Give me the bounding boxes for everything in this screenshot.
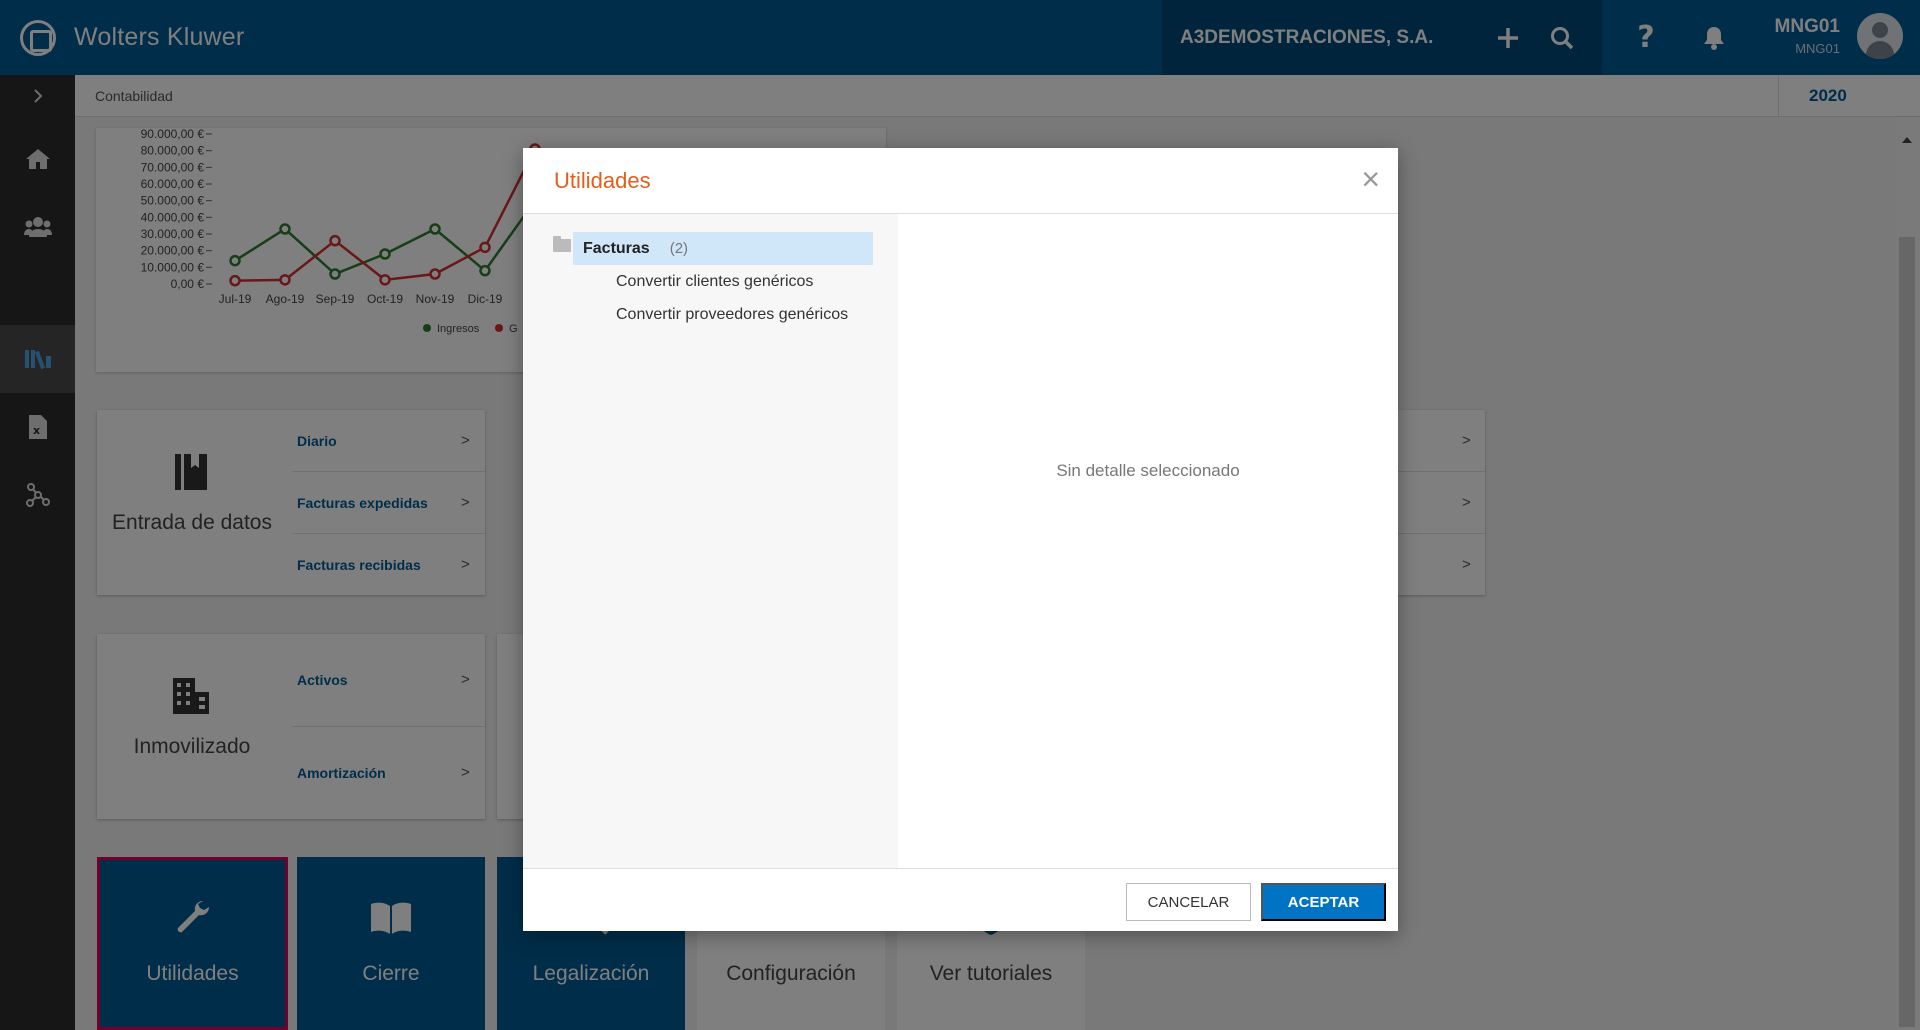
close-icon[interactable]: ×	[1361, 163, 1380, 195]
tree-item-convertir-clientes[interactable]: Convertir clientes genéricos	[616, 273, 813, 291]
detail-pane: Sin detalle seleccionado	[898, 214, 1398, 868]
tree-node-label: Facturas	[583, 239, 650, 257]
dialog-title: Utilidades	[554, 168, 651, 193]
accept-button[interactable]: ACEPTAR	[1261, 883, 1386, 921]
tree-item-convertir-proveedores[interactable]: Convertir proveedores genéricos	[616, 306, 848, 324]
tree-node-count: (2)	[669, 240, 689, 257]
cancel-button[interactable]: CANCELAR	[1126, 883, 1251, 921]
utilidades-dialog: Utilidades × Facturas (2) Convertir clie…	[523, 148, 1398, 931]
empty-detail-message: Sin detalle seleccionado	[1056, 461, 1240, 480]
tree-pane: Facturas (2) Convertir clientes genérico…	[523, 214, 898, 868]
divider	[523, 868, 1398, 869]
folder-open-icon[interactable]	[553, 236, 571, 252]
tree-node-facturas[interactable]: Facturas (2)	[573, 232, 873, 265]
